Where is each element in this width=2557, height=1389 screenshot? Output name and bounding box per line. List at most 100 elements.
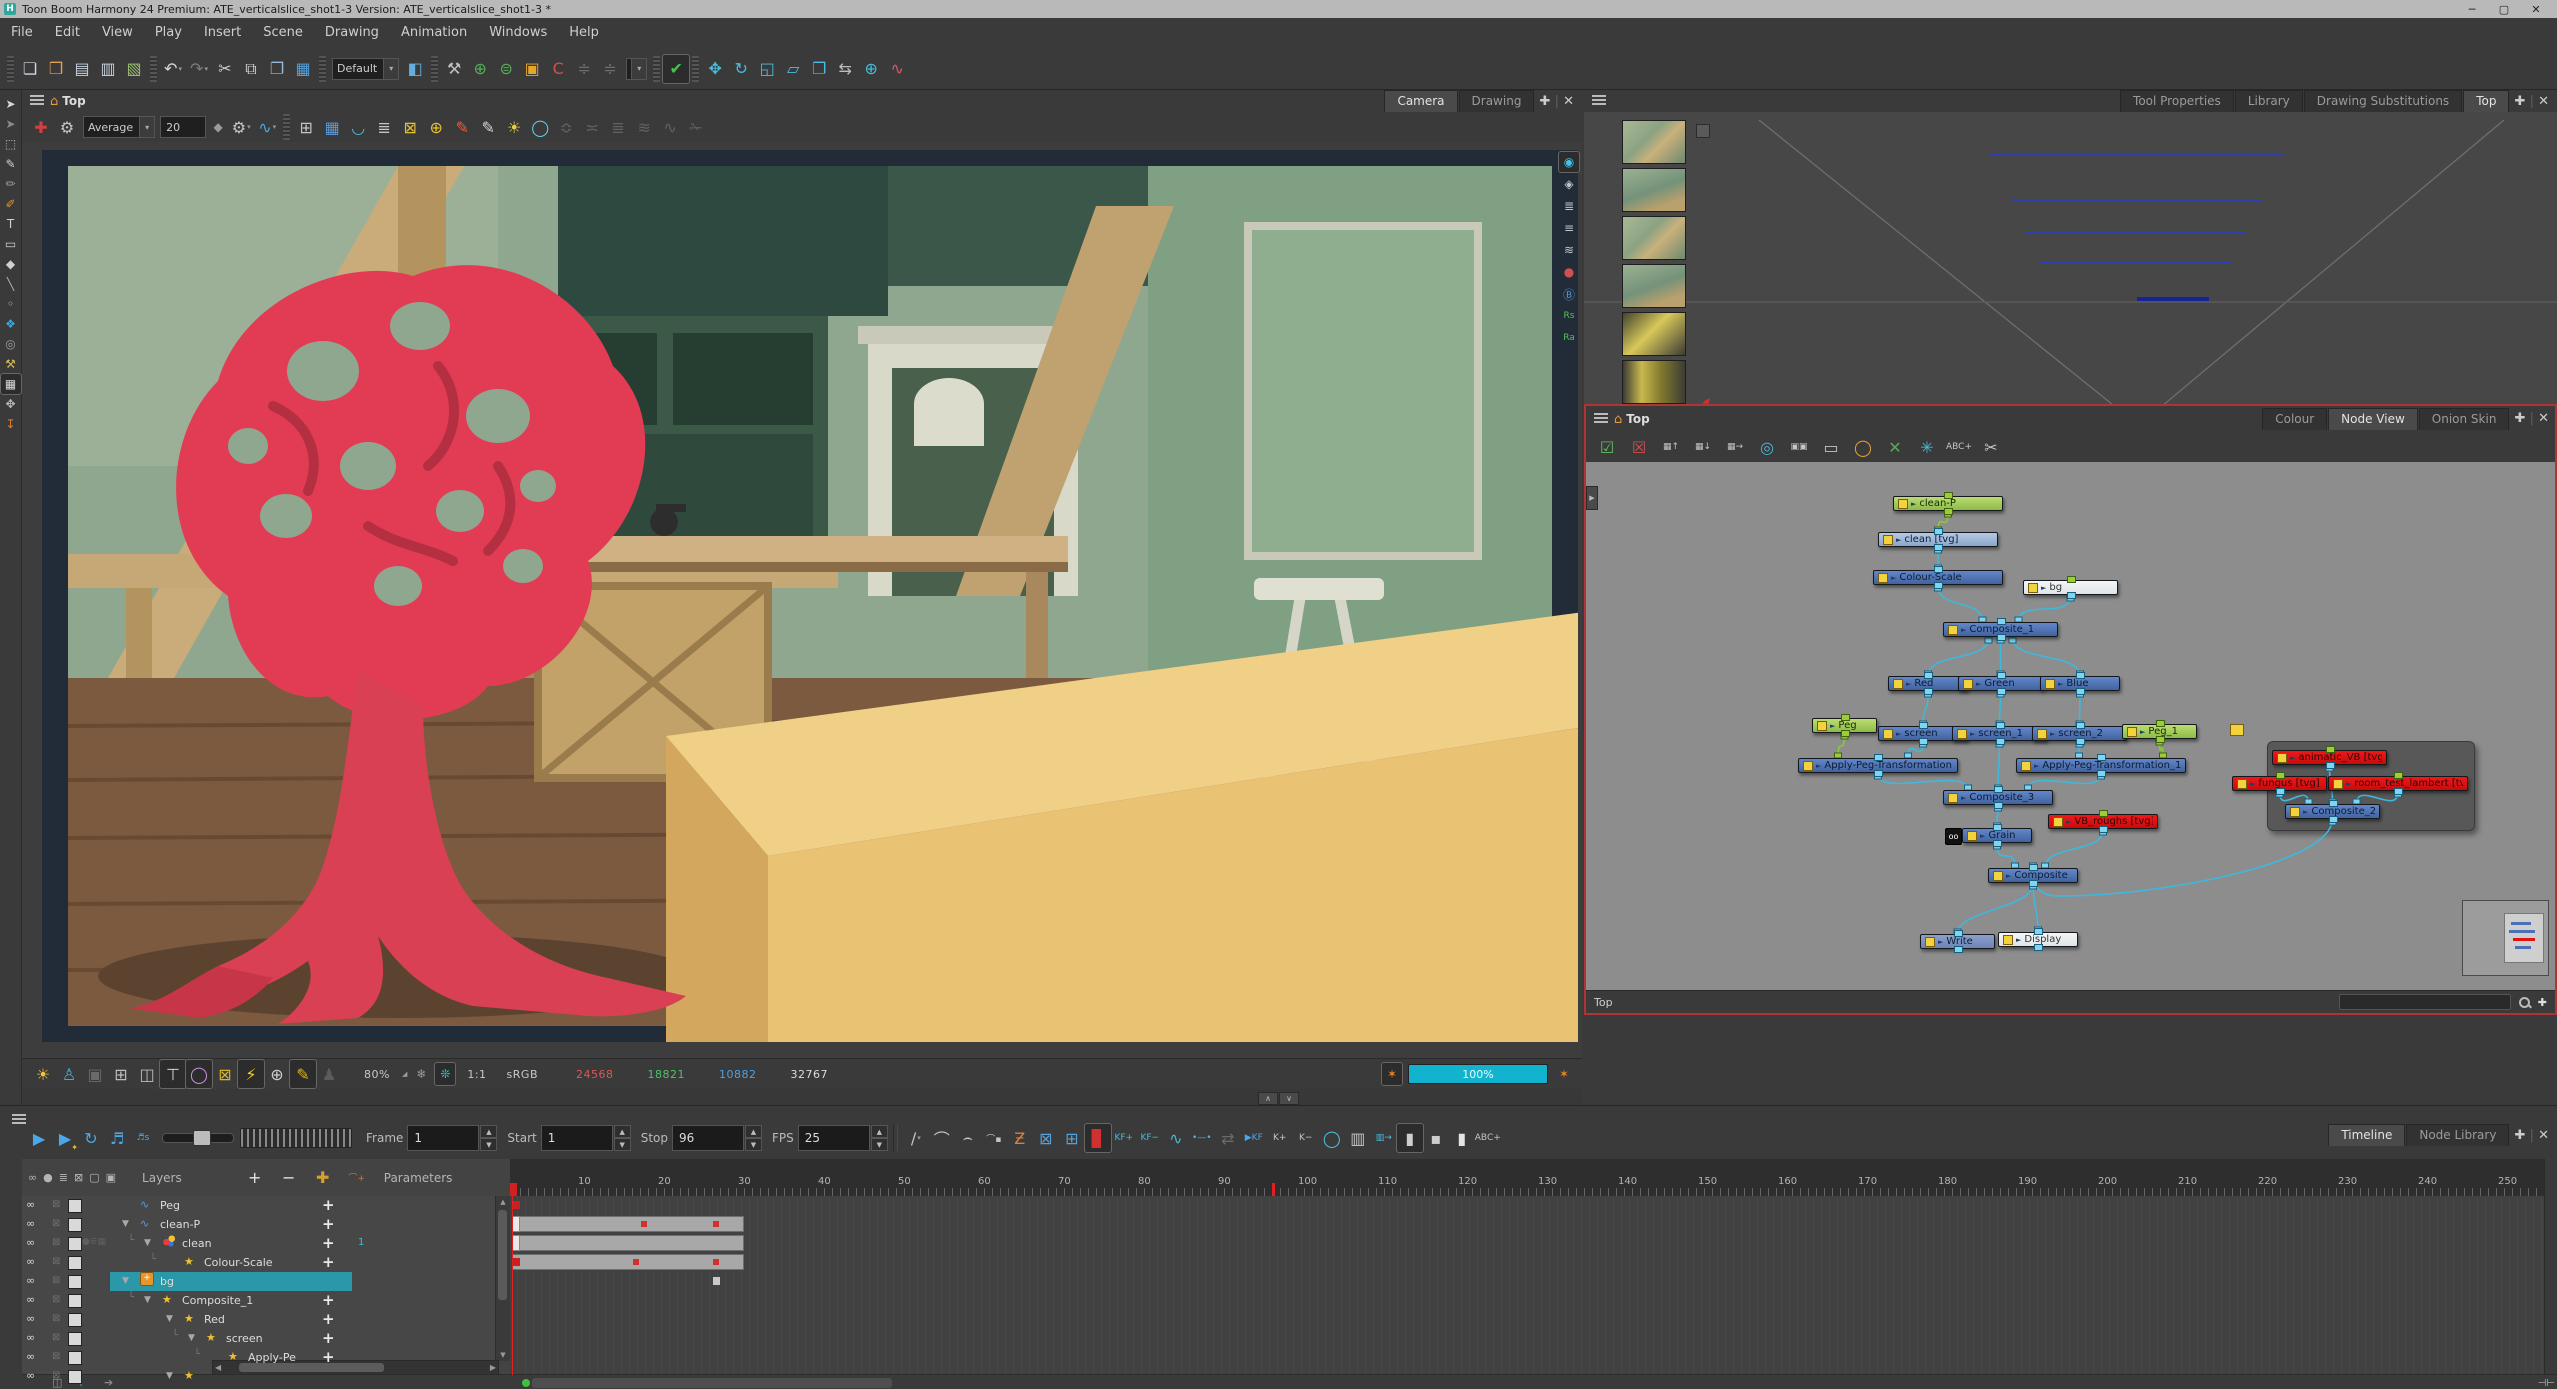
outline-view-button[interactable]: ≡ bbox=[1559, 218, 1579, 238]
node-properties-button[interactable] bbox=[1993, 871, 2003, 881]
track-row-7[interactable] bbox=[510, 1310, 2545, 1330]
layer-lock-icon[interactable]: ⊠ bbox=[52, 1294, 60, 1305]
output-port[interactable] bbox=[1997, 688, 2006, 695]
blue-wash-button[interactable]: Ⓑ bbox=[1559, 284, 1579, 304]
copy-button[interactable]: ⧉ bbox=[238, 55, 264, 83]
tab-library[interactable]: Library bbox=[2235, 90, 2303, 112]
brush-tool[interactable]: ✎ bbox=[1, 154, 21, 174]
layer-column-toggle-3[interactable]: ≣ bbox=[59, 1171, 68, 1184]
layer-colour-swatch[interactable] bbox=[68, 1370, 82, 1384]
output-port[interactable] bbox=[2076, 688, 2085, 695]
layer-row-Colour-Scale[interactable]: ∞⊠└★Colour-Scale+ bbox=[22, 1253, 496, 1273]
zoom-level[interactable]: 80% bbox=[364, 1068, 390, 1081]
graph-minimap[interactable] bbox=[2462, 900, 2549, 976]
node-properties-button[interactable] bbox=[1957, 729, 1967, 739]
waypoint-button[interactable]: ✳ bbox=[1914, 433, 1940, 461]
layer-colour-swatch[interactable] bbox=[68, 1237, 82, 1251]
node-Apply-Peg-Transformation[interactable]: ►Apply-Peg-Transformation bbox=[1798, 758, 1958, 773]
node-properties-button[interactable] bbox=[2290, 807, 2300, 817]
world-view-tool[interactable]: ❖ bbox=[1, 314, 21, 334]
fps-field[interactable]: 25 bbox=[798, 1125, 870, 1151]
node-graph[interactable]: ►clean-P►clean [tvg]►Colour-Scale►bg►Com… bbox=[1586, 462, 2555, 991]
track-row-2[interactable] bbox=[510, 1215, 2545, 1235]
output-port[interactable] bbox=[1924, 688, 1933, 695]
drawing-thumbnail-5[interactable] bbox=[1622, 312, 1686, 356]
cutter-tool[interactable]: ⬚ bbox=[1, 134, 21, 154]
maintain-size-tool[interactable]: ⚒ bbox=[1, 354, 21, 374]
hand-tool[interactable]: ✥ bbox=[1, 394, 21, 414]
stop-field-spinner[interactable]: ▲▼ bbox=[745, 1125, 762, 1151]
node-properties-button[interactable] bbox=[2003, 935, 2013, 945]
menu-help[interactable]: Help bbox=[558, 18, 610, 48]
input-port[interactable] bbox=[1993, 824, 2002, 831]
tab-top[interactable]: Top bbox=[2463, 90, 2509, 112]
workspace-panel-button[interactable]: ◧ bbox=[402, 55, 428, 83]
hold-segment-button[interactable]: •—• bbox=[1189, 1124, 1215, 1152]
node-Composite_1[interactable]: ►Composite_1 bbox=[1943, 622, 2058, 637]
layer-lock-icon[interactable]: ⊠ bbox=[52, 1199, 60, 1210]
output-port[interactable] bbox=[1874, 770, 1883, 777]
export-image-button[interactable]: ▧ bbox=[121, 55, 147, 83]
rename-drawing-button[interactable]: ABC+ bbox=[1475, 1124, 1501, 1152]
close-view-button[interactable]: ✕ bbox=[2538, 411, 2549, 426]
flip-gray-button[interactable]: ⇄ bbox=[1215, 1124, 1241, 1152]
layer-colour-swatch[interactable] bbox=[68, 1351, 82, 1365]
node-clean[interactable]: ►clean [tvg] bbox=[1878, 532, 1998, 547]
node-Apply-Peg-Transformation_1[interactable]: ►Apply-Peg-Transformation_1 bbox=[2016, 758, 2186, 773]
layer-visibility-toggle[interactable]: ∞ bbox=[26, 1255, 33, 1268]
node-properties-button[interactable] bbox=[1967, 831, 1977, 841]
tab-colour[interactable]: Colour bbox=[2262, 408, 2327, 430]
grid-toggle-button[interactable]: ⊞ bbox=[108, 1060, 134, 1088]
rotate-tool-button[interactable]: ↻ bbox=[728, 55, 754, 83]
zoom-tool[interactable]: ◎ bbox=[1, 334, 21, 354]
node-clean-P[interactable]: ►clean-P bbox=[1893, 496, 2003, 511]
panel-menu-icon[interactable] bbox=[1594, 413, 1608, 425]
lasso-mode-button[interactable]: ◯ bbox=[186, 1060, 212, 1088]
pivot-tool-button[interactable]: ⊕ bbox=[858, 55, 884, 83]
frame-scrubber[interactable] bbox=[240, 1128, 352, 1148]
camera-viewport[interactable]: ◉◈≣≡≋●ⒷRsRa bbox=[22, 142, 1582, 1058]
input-port[interactable] bbox=[1954, 930, 1963, 937]
input-port[interactable] bbox=[2067, 576, 2076, 583]
motion-segment-button[interactable]: ∿ bbox=[1163, 1124, 1189, 1152]
paste-button[interactable]: ❐ bbox=[264, 55, 290, 83]
layer-lock-icon[interactable]: ⊠ bbox=[52, 1351, 60, 1362]
output-port[interactable] bbox=[2029, 880, 2038, 887]
expand-triangle[interactable]: ▼ bbox=[166, 1314, 173, 1324]
layer-lock-icon[interactable]: ⊠ bbox=[52, 1370, 60, 1381]
layer-column-toggle-2[interactable]: ● bbox=[43, 1171, 53, 1184]
tool-cursor-button[interactable]: ⊤ bbox=[160, 1060, 186, 1088]
light-table-button[interactable]: ☀ bbox=[501, 113, 527, 141]
input-port[interactable] bbox=[2276, 772, 2285, 779]
input-port[interactable] bbox=[2099, 810, 2108, 817]
layer-column-toggle-5[interactable]: ▢ bbox=[89, 1171, 99, 1184]
rectangle-tool[interactable]: ▭ bbox=[1, 234, 21, 254]
transform-tool-button[interactable]: ❐ bbox=[806, 55, 832, 83]
layer-colour-swatch[interactable] bbox=[68, 1199, 82, 1213]
output-port[interactable] bbox=[1919, 738, 1928, 745]
output-port[interactable] bbox=[1993, 840, 2002, 847]
menu-animation[interactable]: Animation bbox=[390, 18, 478, 48]
onion-before-button[interactable]: ⊕ bbox=[467, 55, 493, 83]
add-view-button[interactable]: ✚ bbox=[2514, 1128, 2525, 1143]
output-port[interactable] bbox=[1944, 508, 1953, 515]
play-keyframe-button[interactable]: ▶KF bbox=[1241, 1124, 1267, 1152]
onion-c-button[interactable]: ≣ bbox=[605, 113, 631, 141]
expand-triangle[interactable]: ▼ bbox=[122, 1276, 129, 1286]
grid-tool[interactable]: ▦ bbox=[1, 374, 21, 394]
render-preview-button[interactable]: Rs bbox=[1559, 306, 1579, 326]
node-Write[interactable]: ►Write bbox=[1920, 934, 1995, 949]
save-button[interactable]: ▤ bbox=[69, 55, 95, 83]
layer-row-Red[interactable]: ∞⊠▼★Red+ bbox=[22, 1310, 496, 1330]
node-properties-button[interactable] bbox=[2127, 727, 2137, 737]
expo-plus-button[interactable]: K+ bbox=[1267, 1124, 1293, 1152]
apply-tool-button[interactable]: ✔ bbox=[663, 55, 689, 83]
add-view-button[interactable]: ✚ bbox=[2514, 411, 2525, 426]
add-parameter-button[interactable]: + bbox=[322, 1310, 335, 1328]
track-row-8[interactable] bbox=[510, 1329, 2545, 1349]
input-port[interactable] bbox=[1944, 492, 1953, 499]
layer-visibility-toggle[interactable]: ∞ bbox=[26, 1217, 33, 1230]
layer-visibility-toggle[interactable]: ∞ bbox=[26, 1331, 33, 1344]
tab-onion-skin[interactable]: Onion Skin bbox=[2419, 408, 2510, 430]
node-search-input[interactable] bbox=[2339, 994, 2511, 1010]
